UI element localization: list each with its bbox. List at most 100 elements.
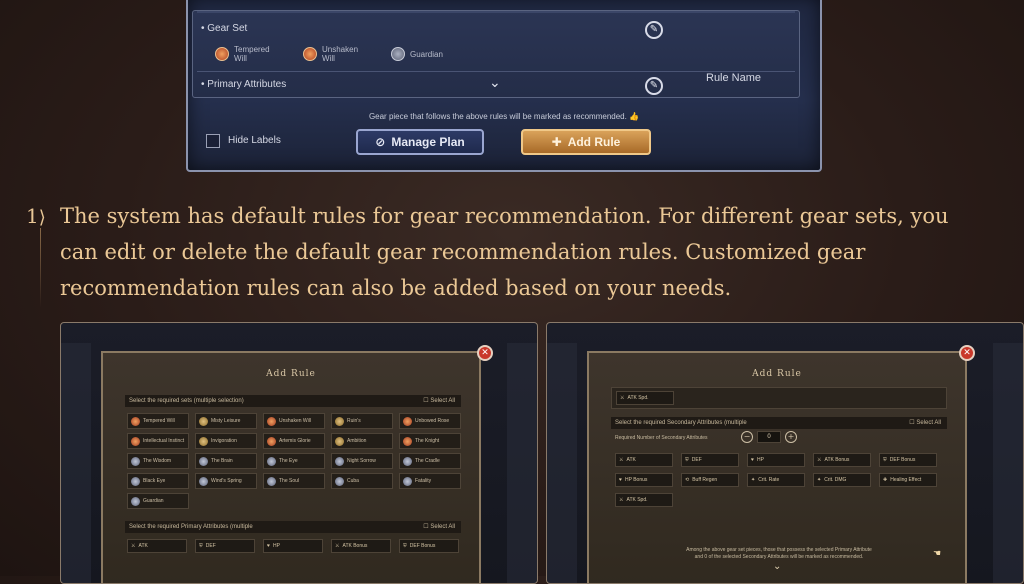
- attribute-icon: ⛨: [685, 457, 689, 463]
- edit-icon[interactable]: ✎: [645, 21, 663, 39]
- gear-set-item: Unshaken Will: [303, 45, 358, 63]
- primary-attribute-label: HP: [272, 543, 280, 549]
- secondary-attribute-option[interactable]: ⛨ DEF: [681, 453, 739, 467]
- sets-section-header: Select the required sets (multiple selec…: [125, 395, 461, 407]
- gear-set-icon: [403, 456, 412, 466]
- gear-set-icon: [131, 476, 140, 486]
- primary-attribute-option[interactable]: ⛨ DEF: [195, 539, 255, 553]
- add-rule-icon: ✚: [551, 135, 562, 149]
- primary-attribute-option[interactable]: ⚔ ATK: [127, 539, 187, 553]
- hide-labels-checkbox[interactable]: [206, 134, 220, 148]
- secondary-attribute-option[interactable]: ♥ HP: [747, 453, 805, 467]
- gear-set-icon: [403, 436, 412, 446]
- gear-set-option[interactable]: Night Sorrow: [331, 453, 393, 469]
- settings-icon: ⊘: [375, 135, 386, 149]
- rule-panel: • Gear Set ✎ Tempered Will Unshaken Will…: [186, 0, 822, 172]
- secondary-attribute-label: Crit. Rate: [758, 477, 780, 483]
- primary-attribute-option[interactable]: ⚔ ATK Bonus: [331, 539, 391, 553]
- secondary-attribute-option[interactable]: ⟲ Buff Regen: [681, 473, 739, 487]
- step-number: 1⟩: [26, 204, 46, 228]
- gear-set-option-label: Cuba: [347, 477, 359, 484]
- secondary-attribute-label: ATK Spd.: [626, 497, 648, 503]
- recommendation-rule-note: Among the above gear set pieces, those t…: [686, 547, 872, 560]
- secondary-attribute-label: DEF: [691, 457, 702, 463]
- gear-set-option-label: Black Eye: [143, 477, 166, 484]
- gear-set-icon: [267, 416, 276, 426]
- gear-set-option[interactable]: The Wisdom: [127, 453, 189, 469]
- gear-set-option-label: Wind's Spring: [211, 477, 242, 484]
- manage-plan-button[interactable]: ⊘ Manage Plan: [356, 129, 484, 155]
- gear-set-icon: [267, 456, 276, 466]
- gear-set-option-label: Invigoration: [211, 437, 237, 444]
- gear-set-option[interactable]: Cuba: [331, 473, 393, 489]
- gear-set-item: Guardian: [391, 47, 443, 61]
- minus-icon[interactable]: −: [741, 431, 753, 443]
- gear-set-option[interactable]: Wind's Spring: [195, 473, 257, 489]
- gear-set-option[interactable]: Artemis Glorie: [263, 433, 325, 449]
- secondary-attribute-option[interactable]: ✦ Crit. Rate: [747, 473, 805, 487]
- gear-set-icon: [131, 416, 140, 426]
- plus-icon[interactable]: +: [785, 431, 797, 443]
- gear-set-option-label: Night Sorrow: [347, 457, 376, 464]
- gear-set-option[interactable]: Unshaken Will: [263, 413, 325, 429]
- attribute-icon: ⚔: [620, 395, 625, 401]
- secondary-attribute-label: DEF Bonus: [889, 457, 916, 463]
- secondary-attribute-label: Crit. DMG: [824, 477, 847, 483]
- close-icon[interactable]: ✕: [477, 345, 493, 361]
- secondary-attribute-label: Healing Effect: [890, 477, 922, 483]
- gear-set-icon: [403, 476, 412, 486]
- gear-set-option[interactable]: Intellectual Instinct: [127, 433, 189, 449]
- gear-set-option[interactable]: Tempered Will: [127, 413, 189, 429]
- attribute-icon: ⟲: [685, 477, 690, 483]
- close-icon[interactable]: ✕: [959, 345, 975, 361]
- gear-set-option[interactable]: The Soul: [263, 473, 325, 489]
- gear-set-icon: [267, 436, 276, 446]
- secondary-attribute-option[interactable]: ⚔ ATK Bonus: [813, 453, 871, 467]
- secondary-attribute-option[interactable]: ✦ Crit. DMG: [813, 473, 871, 487]
- add-rule-secondary-screenshot: Add Rule ⚔ ATK Spd. Select the required S…: [546, 322, 1024, 584]
- secondary-attribute-option[interactable]: ✚ Healing Effect: [879, 473, 937, 487]
- gear-set-option[interactable]: Black Eye: [127, 473, 189, 489]
- secondary-attribute-option[interactable]: ⚔ ATK Spd.: [615, 493, 673, 507]
- primary-attributes-label: • Primary Attributes: [201, 79, 287, 90]
- select-all-checkbox[interactable]: ☐ Select All: [423, 395, 455, 407]
- gear-set-option[interactable]: The Cradle: [399, 453, 461, 469]
- attribute-icon: ⚔: [619, 497, 624, 503]
- edit-icon[interactable]: ✎: [645, 77, 663, 95]
- required-number-value: 0: [757, 431, 781, 443]
- gear-set-option[interactable]: Unbowed Rose: [399, 413, 461, 429]
- gear-set-option[interactable]: The Knight: [399, 433, 461, 449]
- secondary-attribute-option[interactable]: ♥ HP Bonus: [615, 473, 673, 487]
- select-all-checkbox[interactable]: ☐ Select All: [909, 417, 941, 429]
- chevron-down-icon[interactable]: ⌄: [773, 561, 781, 572]
- secondary-attribute-option[interactable]: ⚔ ATK: [615, 453, 673, 467]
- gear-set-icon: [131, 456, 140, 466]
- add-rule-button[interactable]: ✚ Add Rule: [521, 129, 651, 155]
- gear-set-option[interactable]: Fatality: [399, 473, 461, 489]
- gear-set-icon: [335, 436, 344, 446]
- attribute-icon: ⚔: [817, 457, 822, 463]
- manage-plan-label: Manage Plan: [391, 135, 465, 149]
- secondary-attribute-option[interactable]: ⛨ DEF Bonus: [879, 453, 937, 467]
- gear-set-option[interactable]: Ruin's: [331, 413, 393, 429]
- gear-set-option-label: Intellectual Instinct: [143, 437, 185, 444]
- primary-attribute-option[interactable]: ♥ HP: [263, 539, 323, 553]
- attribute-icon: ✦: [751, 477, 756, 483]
- chevron-down-icon[interactable]: ⌄: [489, 75, 501, 91]
- primary-attribute-option[interactable]: ⛨ DEF Bonus: [399, 539, 459, 553]
- gear-set-label: • Gear Set: [201, 23, 248, 34]
- required-number-stepper[interactable]: − 0 +: [741, 431, 797, 443]
- selected-attribute-chip[interactable]: ⚔ ATK Spd.: [616, 391, 674, 405]
- gear-set-option[interactable]: Guardian: [127, 493, 189, 509]
- gear-set-option[interactable]: The Brain: [195, 453, 257, 469]
- gear-set-option-label: The Soul: [279, 477, 300, 484]
- gear-set-option-label: Unshaken Will: [279, 417, 311, 424]
- gear-set-option[interactable]: The Eye: [263, 453, 325, 469]
- gear-set-option[interactable]: Invigoration: [195, 433, 257, 449]
- gear-set-option-label: Unbowed Rose: [415, 417, 450, 424]
- gear-set-option[interactable]: Misty Leisure: [195, 413, 257, 429]
- attribute-icon: ⚔: [131, 543, 136, 549]
- gear-set-option[interactable]: Ambition: [331, 433, 393, 449]
- attribute-icon: ⚔: [619, 457, 624, 463]
- select-all-checkbox[interactable]: ☐ Select All: [423, 521, 455, 533]
